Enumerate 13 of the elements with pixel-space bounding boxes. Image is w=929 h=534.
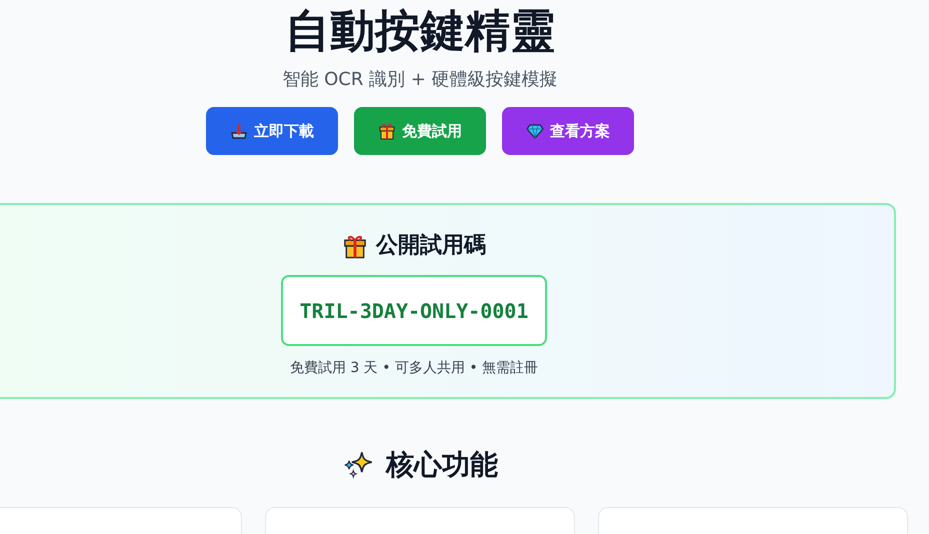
trial-code[interactable]: TRIL-3DAY-ONLY-0001 — [280, 275, 548, 346]
trial-note: 免費試用 3 天 • 可多人共用 • 無需註冊 — [290, 359, 538, 377]
page-title: 自動按鍵精靈 — [285, 3, 555, 59]
card-heading: 公開試用碼 — [376, 232, 486, 260]
section-heading: 核心功能 — [386, 447, 498, 483]
gift-icon — [378, 122, 396, 140]
action-button[interactable]: 查看方案 — [502, 107, 634, 155]
gift-icon — [342, 233, 368, 259]
subtitle: 智能 OCR 識別 + 硬體級按鍵模擬 — [282, 68, 558, 92]
action-button[interactable]: 立即下載 — [206, 107, 338, 155]
action-button[interactable]: 免費試用 — [354, 107, 486, 155]
diamond-icon — [526, 122, 544, 140]
tray-icon — [230, 122, 248, 140]
